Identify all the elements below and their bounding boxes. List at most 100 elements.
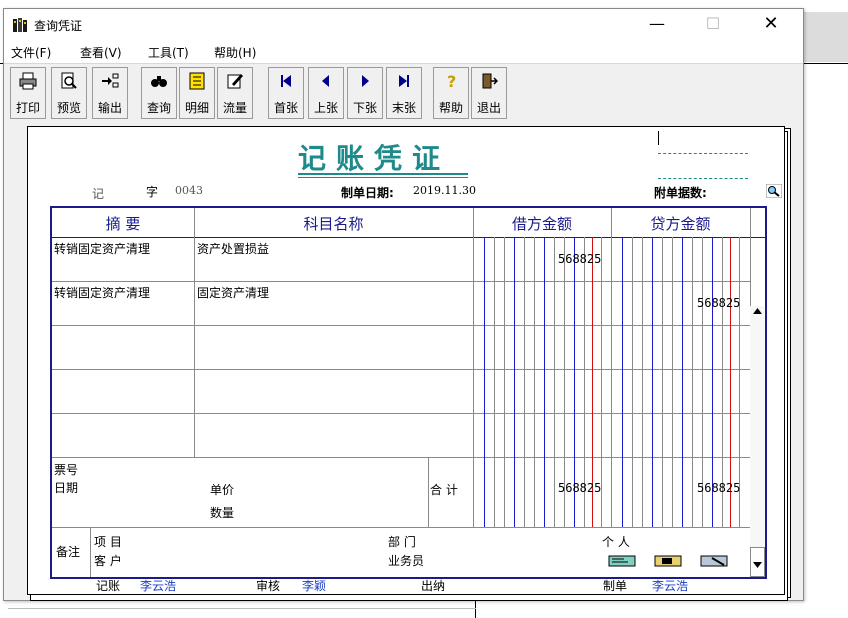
ticket-no-label: 票号 bbox=[54, 463, 79, 477]
voucher-date[interactable]: 2019.11.30 bbox=[413, 184, 476, 197]
project-label: 项 目 bbox=[94, 535, 122, 549]
next-label: 下张 bbox=[352, 101, 377, 115]
binoculars-icon bbox=[151, 76, 167, 87]
title-underline bbox=[298, 173, 468, 175]
prev-label: 上张 bbox=[313, 101, 338, 115]
prev-icon bbox=[322, 75, 329, 87]
last-icon bbox=[399, 75, 409, 87]
first-button[interactable]: 首张 bbox=[268, 67, 304, 119]
background-panel bbox=[802, 12, 848, 62]
entry-debit[interactable]: 568825 bbox=[558, 252, 601, 266]
account-header: 科目名称 bbox=[303, 215, 364, 233]
digit-line bbox=[524, 237, 525, 527]
date-label: 制单日期: bbox=[341, 186, 394, 200]
digit-line bbox=[642, 237, 643, 527]
menu-help[interactable]: 帮助(H) bbox=[214, 44, 256, 61]
maximize-button[interactable]: ☐ bbox=[690, 9, 736, 41]
person-label: 个 人 bbox=[602, 535, 630, 549]
vertical-scrollbar[interactable] bbox=[750, 306, 765, 577]
exit-button[interactable]: 退出 bbox=[471, 67, 507, 119]
preview-icon bbox=[61, 72, 77, 89]
summary-header: 摘 要 bbox=[105, 215, 141, 233]
unit-price-label: 单价 bbox=[210, 483, 235, 497]
dashed-field[interactable] bbox=[658, 153, 748, 154]
export-button[interactable]: 输出 bbox=[92, 67, 128, 119]
last-label: 末张 bbox=[391, 101, 416, 115]
digit-line bbox=[544, 237, 545, 527]
total-debit: 568825 bbox=[558, 481, 602, 495]
auditor-label: 审核 bbox=[256, 579, 281, 593]
calculator-icon[interactable] bbox=[700, 554, 730, 568]
column-divider bbox=[611, 208, 612, 527]
entry-credit[interactable]: 568825 bbox=[697, 296, 740, 310]
last-button[interactable]: 末张 bbox=[386, 67, 422, 119]
scroll-down-icon[interactable] bbox=[753, 562, 762, 568]
digit-line bbox=[554, 237, 555, 527]
exit-door-icon bbox=[482, 73, 498, 89]
books-icon bbox=[13, 18, 27, 32]
detail-button[interactable]: 明细 bbox=[179, 67, 215, 119]
digit-line bbox=[514, 237, 515, 527]
cashier-label: 出纳 bbox=[421, 579, 446, 593]
close-button[interactable]: ✕ bbox=[748, 9, 794, 41]
digit-line bbox=[682, 237, 683, 527]
notes-label: 备注 bbox=[56, 545, 81, 559]
digit-line bbox=[692, 237, 693, 527]
flow-button[interactable]: 流量 bbox=[217, 67, 253, 119]
auditor-name: 李颖 bbox=[302, 579, 327, 593]
detail-label: 明细 bbox=[184, 101, 209, 115]
scroll-up-icon[interactable] bbox=[753, 308, 762, 314]
dashed-field[interactable] bbox=[658, 178, 748, 179]
minimize-button[interactable]: — bbox=[634, 9, 680, 41]
header-divider bbox=[52, 237, 765, 238]
menu-view[interactable]: 查看(V) bbox=[80, 44, 122, 61]
salesman-label: 业务员 bbox=[388, 554, 425, 568]
help-icon: ? bbox=[447, 72, 456, 90]
help-button[interactable]: ? 帮助 bbox=[433, 67, 469, 119]
text-caret bbox=[658, 131, 659, 145]
column-divider bbox=[473, 208, 474, 527]
first-label: 首张 bbox=[273, 101, 298, 115]
flow-icon bbox=[227, 74, 243, 89]
total-credit: 568825 bbox=[697, 481, 741, 495]
entry-summary[interactable]: 转销固定资产清理 bbox=[54, 284, 150, 301]
voucher-query-window: 查询凭证 — ☐ ✕ 文件(F) 查看(V) 工具(T) 帮助(H) 打印 预览… bbox=[3, 8, 804, 601]
help-label: 帮助 bbox=[438, 101, 463, 115]
footer-date-label: 日期 bbox=[54, 481, 79, 495]
preview-label: 预览 bbox=[56, 101, 81, 115]
entry-account[interactable]: 固定资产清理 bbox=[197, 284, 269, 301]
export-icon bbox=[102, 73, 119, 88]
row-divider bbox=[52, 457, 750, 458]
print-label: 打印 bbox=[15, 101, 40, 115]
menu-file[interactable]: 文件(F) bbox=[11, 44, 51, 61]
toolbar: 打印 预览 输出 查询 明细 流量 首张 上张 下张 末张 ? 帮助 退出 bbox=[4, 63, 803, 120]
entry-summary[interactable]: 转销固定资产清理 bbox=[54, 240, 150, 257]
lookup-icon[interactable] bbox=[766, 184, 782, 198]
row-divider bbox=[52, 325, 750, 326]
column-divider bbox=[428, 457, 429, 527]
card-icon[interactable] bbox=[608, 554, 638, 568]
menu-tools[interactable]: 工具(T) bbox=[148, 44, 189, 61]
voucher-number[interactable]: 0043 bbox=[175, 184, 203, 197]
preview-button[interactable]: 预览 bbox=[51, 67, 87, 119]
exit-label: 退出 bbox=[476, 101, 501, 115]
detail-icon bbox=[189, 72, 205, 90]
next-button[interactable]: 下张 bbox=[347, 67, 383, 119]
entry-account[interactable]: 资产处置损益 bbox=[197, 240, 269, 257]
digit-line bbox=[504, 237, 505, 527]
row-divider bbox=[52, 527, 765, 528]
wallet-icon[interactable] bbox=[654, 554, 684, 568]
maker-name: 李云浩 bbox=[652, 579, 689, 593]
prev-button[interactable]: 上张 bbox=[308, 67, 344, 119]
voucher-grid: 摘 要 科目名称 借方金额 贷方金额 转销固定资产清理 资产处置损益 56882… bbox=[50, 206, 767, 579]
print-button[interactable]: 打印 bbox=[10, 67, 46, 119]
title-underline bbox=[298, 177, 468, 178]
voucher-type[interactable]: 记 bbox=[92, 185, 104, 202]
first-icon bbox=[281, 75, 291, 87]
query-button[interactable]: 查询 bbox=[141, 67, 177, 119]
total-label: 合 计 bbox=[430, 483, 458, 497]
row-divider bbox=[52, 281, 750, 282]
digit-line bbox=[494, 237, 495, 527]
bookkeeper-name: 李云浩 bbox=[140, 579, 177, 593]
digit-line bbox=[672, 237, 673, 527]
